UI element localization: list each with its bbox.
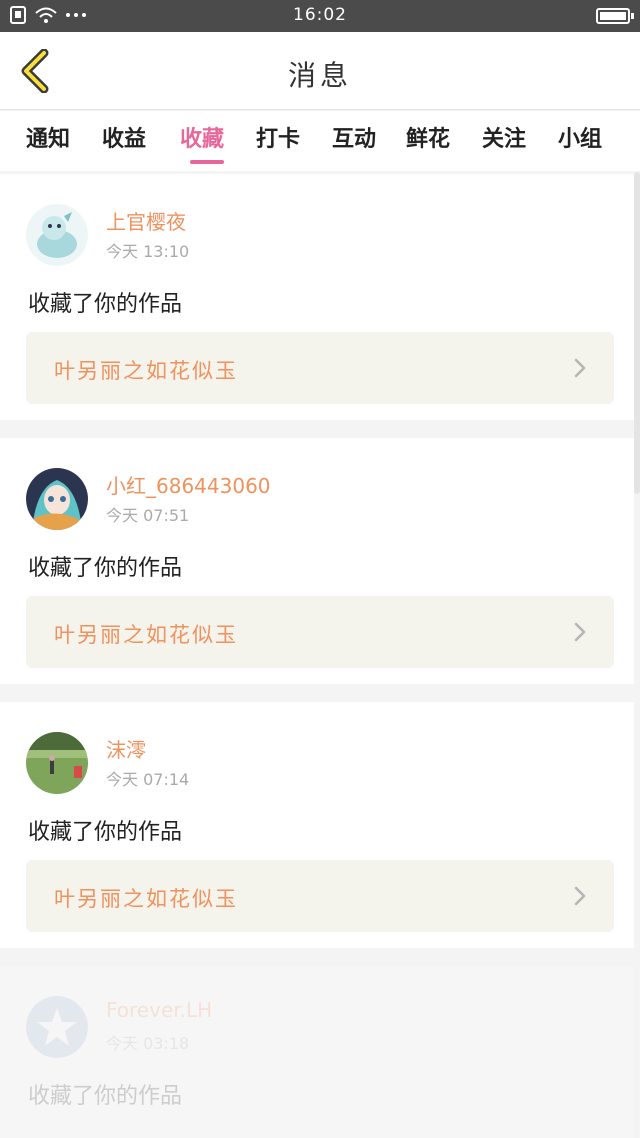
work-link[interactable]: 叶另丽之如花似玉 bbox=[26, 596, 614, 668]
username[interactable]: 上官樱夜 bbox=[106, 206, 186, 235]
chevron-right-icon bbox=[574, 622, 586, 642]
park-photo-avatar-icon bbox=[26, 732, 88, 794]
tab-earnings[interactable]: 收益 bbox=[102, 121, 146, 153]
tab-checkin[interactable]: 打卡 bbox=[256, 121, 300, 153]
chevron-right-icon bbox=[574, 358, 586, 378]
work-link[interactable]: 叶另丽之如花似玉 bbox=[26, 332, 614, 404]
work-link[interactable]: 叶另丽之如花似玉 bbox=[26, 860, 614, 932]
message-card: 小红_686443060 今天 07:51 收藏了你的作品 叶另丽之如花似玉 bbox=[0, 438, 634, 684]
avatar[interactable] bbox=[26, 204, 88, 266]
avatar[interactable] bbox=[26, 732, 88, 794]
star-default-avatar-icon bbox=[26, 996, 88, 1058]
tab-flowers[interactable]: 鲜花 bbox=[406, 121, 450, 153]
status-time: 16:02 bbox=[293, 5, 347, 25]
username[interactable]: 沫澪 bbox=[106, 734, 146, 763]
status-bar: 16:02 bbox=[0, 0, 640, 32]
timestamp: 今天 07:51 bbox=[106, 506, 190, 525]
chevron-right-icon bbox=[574, 886, 586, 906]
work-title: 叶另丽之如花似玉 bbox=[54, 887, 238, 911]
username[interactable]: 小红_686443060 bbox=[106, 470, 271, 499]
battery-icon bbox=[596, 8, 634, 24]
tab-interaction[interactable]: 互动 bbox=[332, 121, 376, 153]
avatar[interactable] bbox=[26, 468, 88, 530]
tab-bar: 通知 收益 收藏 打卡 互动 鲜花 关注 小组 bbox=[0, 111, 640, 171]
action-text: 收藏了你的作品 bbox=[28, 1084, 183, 1109]
work-title: 叶另丽之如花似玉 bbox=[54, 359, 238, 383]
timestamp: 今天 03:18 bbox=[106, 1034, 190, 1053]
avatar[interactable] bbox=[26, 996, 88, 1058]
tab-notifications[interactable]: 通知 bbox=[26, 121, 70, 153]
action-text: 收藏了你的作品 bbox=[28, 820, 183, 845]
tab-following[interactable]: 关注 bbox=[482, 121, 526, 153]
scrollbar[interactable] bbox=[634, 172, 640, 494]
tab-favorites[interactable]: 收藏 bbox=[180, 121, 224, 153]
timestamp: 今天 07:14 bbox=[106, 770, 190, 789]
action-text: 收藏了你的作品 bbox=[28, 556, 183, 581]
anime-girl-avatar-icon bbox=[26, 468, 88, 530]
header: 消息 bbox=[0, 32, 640, 110]
message-card: 上官樱夜 今天 13:10 收藏了你的作品 叶另丽之如花似玉 bbox=[0, 174, 634, 420]
action-text: 收藏了你的作品 bbox=[28, 292, 183, 317]
timestamp: 今天 13:10 bbox=[106, 242, 190, 261]
page-title: 消息 bbox=[287, 59, 352, 92]
tab-groups[interactable]: 小组 bbox=[558, 121, 602, 153]
username[interactable]: Forever.LH bbox=[106, 998, 212, 1022]
message-card: Forever.LH 今天 03:18 收藏了你的作品 bbox=[0, 966, 634, 1138]
work-title: 叶另丽之如花似玉 bbox=[54, 623, 238, 647]
active-tab-indicator bbox=[190, 160, 224, 164]
anime-creature-avatar-icon bbox=[26, 204, 88, 266]
message-card: 沫澪 今天 07:14 收藏了你的作品 叶另丽之如花似玉 bbox=[0, 702, 634, 948]
